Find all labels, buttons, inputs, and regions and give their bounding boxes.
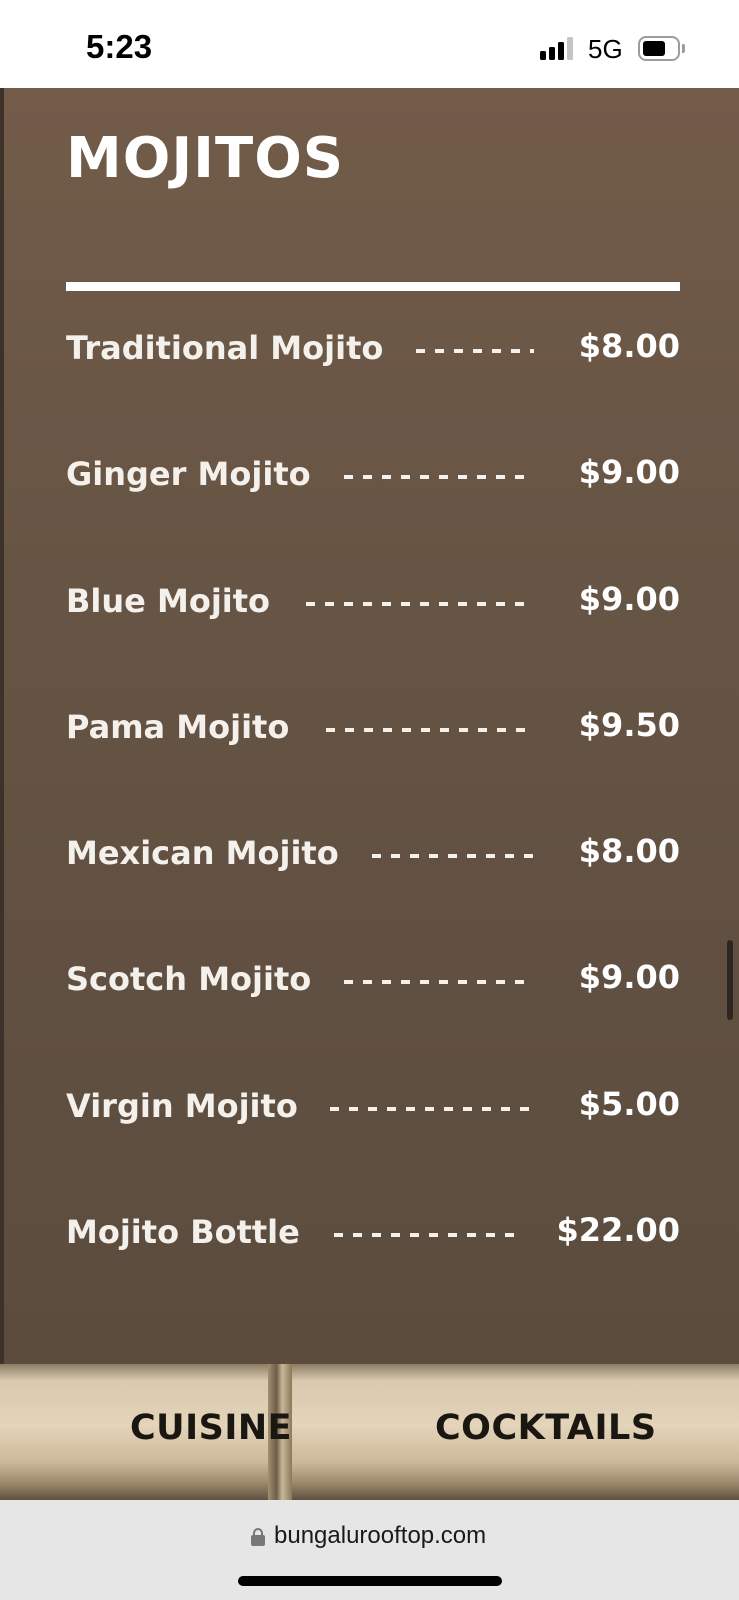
menu-item: Virgin Mojito $5.00 (66, 1085, 680, 1137)
item-price: $9.00 (578, 958, 680, 996)
item-name: Virgin Mojito (66, 1087, 298, 1125)
item-price: $22.00 (556, 1211, 680, 1249)
dotted-leader (306, 602, 534, 606)
dotted-leader (344, 980, 534, 984)
dotted-leader (334, 1233, 514, 1237)
nav-link-cocktails[interactable]: COCKTAILS (435, 1408, 657, 1448)
item-price: $9.00 (578, 580, 680, 618)
signal-icon (540, 36, 576, 60)
menu-item: Pama Mojito $9.50 (66, 706, 680, 758)
menu-item: Traditional Mojito $8.00 (66, 327, 680, 379)
lock-icon (251, 1528, 265, 1546)
home-indicator[interactable] (238, 1576, 502, 1586)
bottom-nav: CUISINE COCKTAILS (0, 1364, 739, 1500)
dotted-leader (330, 1107, 534, 1111)
menu-title: MOJITOS (66, 126, 345, 191)
dotted-leader (372, 854, 534, 858)
item-name: Scotch Mojito (66, 960, 312, 998)
status-time: 5:23 (86, 28, 153, 65)
title-divider (66, 282, 680, 291)
item-name: Pama Mojito (66, 708, 290, 746)
item-name: Traditional Mojito (66, 329, 384, 367)
menu-panel: MOJITOS Traditional Mojito $8.00 Ginger … (0, 88, 739, 1364)
network-type: 5G (588, 34, 623, 64)
item-name: Mexican Mojito (66, 834, 339, 872)
item-price: $8.00 (578, 327, 680, 365)
menu-item: Mojito Bottle $22.00 (66, 1211, 680, 1263)
item-name: Ginger Mojito (66, 455, 311, 493)
menu-item: Blue Mojito $9.00 (66, 580, 680, 632)
item-price: $8.00 (578, 832, 680, 870)
browser-address-bar[interactable]: bungalurooftop.com (0, 1500, 739, 1600)
menu-item: Mexican Mojito $8.00 (66, 832, 680, 884)
menu-item: Ginger Mojito $9.00 (66, 453, 680, 505)
item-name: Blue Mojito (66, 582, 271, 620)
url-text[interactable]: bungalurooftop.com (274, 1522, 486, 1550)
status-bar: 5:23 5G (0, 0, 739, 88)
dotted-leader (344, 475, 534, 479)
battery-icon (638, 36, 685, 61)
item-price: $9.00 (578, 453, 680, 491)
item-price: $5.00 (578, 1085, 680, 1123)
dotted-leader (416, 349, 534, 353)
menu-item: Scotch Mojito $9.00 (66, 958, 680, 1010)
item-name: Mojito Bottle (66, 1213, 300, 1251)
nav-link-cuisine[interactable]: CUISINE (130, 1408, 292, 1448)
item-price: $9.50 (578, 706, 680, 744)
dotted-leader (326, 728, 534, 732)
page-scrollbar[interactable] (727, 940, 733, 1020)
